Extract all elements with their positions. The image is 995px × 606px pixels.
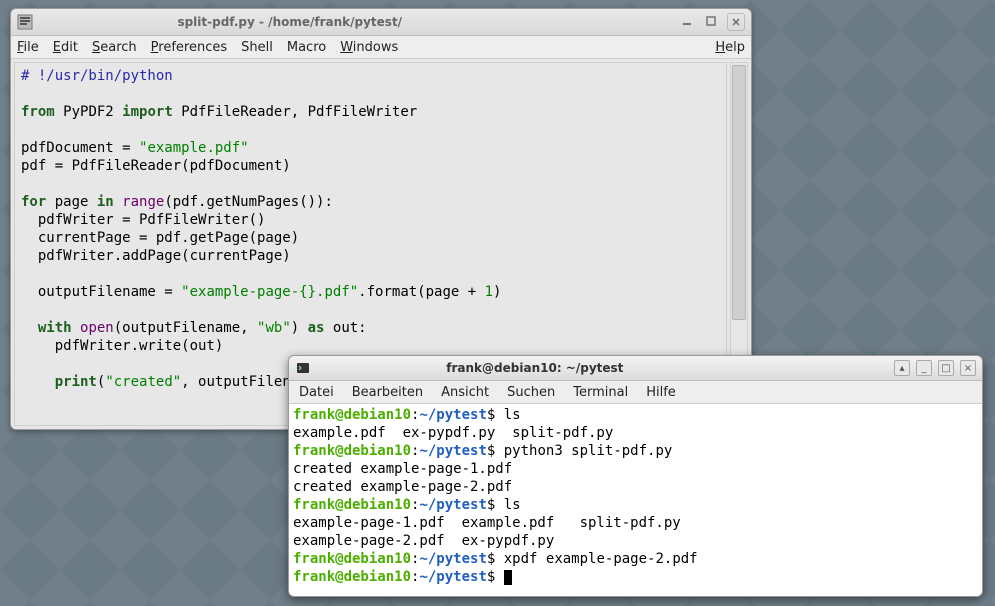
code-token: ) (493, 284, 501, 300)
terminal-output[interactable]: frank@debian10:~/pytest$ ls example.pdf … (289, 404, 982, 596)
code-token: PdfFileReader, PdfFileWriter (181, 104, 417, 120)
code-token: page (46, 194, 97, 210)
code-token: pdfDocument = (21, 140, 139, 156)
menu-macro[interactable]: Macro (287, 40, 326, 55)
code-number: 1 (485, 284, 493, 300)
menu-help[interactable]: Help (715, 40, 745, 55)
code-token: (pdf.getNumPages()): (164, 194, 333, 210)
minimize-icon[interactable] (679, 13, 695, 29)
menu-datei[interactable]: Datei (299, 385, 334, 400)
editor-app-icon (17, 14, 33, 30)
code-token: PyPDF2 (63, 104, 114, 120)
scrollbar-thumb[interactable] (732, 65, 746, 320)
term-cmd: xpdf example-page-2.pdf (504, 551, 698, 567)
code-line: currentPage = pdf.getPage(page) (21, 230, 299, 246)
term-output: created example-page-2.pdf (293, 479, 512, 495)
builtin-print: print (55, 374, 97, 390)
code-string: "example-page-{}.pdf" (181, 284, 358, 300)
editor-titlebar[interactable]: split-pdf.py - /home/frank/pytest/ (11, 9, 751, 36)
terminal-app-icon (295, 360, 311, 376)
code-token: out: (324, 320, 366, 336)
minimize-icon[interactable]: _ (916, 360, 932, 376)
code-line: # !/usr/bin/python (21, 68, 173, 84)
menu-bearbeiten[interactable]: Bearbeiten (352, 385, 423, 400)
term-output: example.pdf ex-pypdf.py split-pdf.py (293, 425, 613, 441)
term-output: example-page-1.pdf example.pdf split-pdf… (293, 515, 681, 531)
editor-title: split-pdf.py - /home/frank/pytest/ (177, 15, 402, 29)
term-output: created example-page-1.pdf (293, 461, 512, 477)
menu-hilfe[interactable]: Hilfe (646, 385, 676, 400)
menu-windows[interactable]: Windows (340, 40, 398, 55)
kw-import: import (122, 104, 173, 120)
kw-with: with (38, 320, 72, 336)
menu-shell[interactable]: Shell (241, 40, 273, 55)
builtin-open: open (80, 320, 114, 336)
terminal-titlebar[interactable]: frank@debian10: ~/pytest ▴ _ □ × (289, 356, 982, 381)
maximize-icon[interactable]: □ (938, 360, 954, 376)
maximize-icon[interactable] (703, 13, 719, 29)
shade-icon[interactable]: ▴ (894, 360, 910, 376)
code-string: "wb" (257, 320, 291, 336)
code-string: "created" (105, 374, 181, 390)
close-icon[interactable]: × (960, 360, 976, 376)
menu-file[interactable]: File (17, 40, 39, 55)
kw-in: in (97, 194, 114, 210)
code-line: pdfWriter = PdfFileWriter() (21, 212, 265, 228)
editor-menubar: File Edit Search Preferences Shell Macro… (11, 36, 751, 59)
kw-from: from (21, 104, 55, 120)
terminal-window: frank@debian10: ~/pytest ▴ _ □ × Datei B… (288, 355, 983, 597)
terminal-title: frank@debian10: ~/pytest (446, 361, 623, 375)
term-cmd: ls (504, 407, 521, 423)
term-output: example-page-2.pdf ex-pypdf.py (293, 533, 554, 549)
code-line: pdfWriter.addPage(currentPage) (21, 248, 291, 264)
prompt-user: frank@debian10 (293, 407, 411, 423)
term-cmd: python3 split-pdf.py (504, 443, 673, 459)
term-cmd: ls (504, 497, 521, 513)
menu-edit[interactable]: Edit (53, 40, 78, 55)
menu-preferences[interactable]: Preferences (151, 40, 227, 55)
code-string: "example.pdf" (139, 140, 249, 156)
code-line: pdfWriter.write(out) (21, 338, 223, 354)
code-token: (outputFilename, (114, 320, 257, 336)
builtin-range: range (122, 194, 164, 210)
cursor-icon (504, 570, 512, 585)
menu-suchen[interactable]: Suchen (507, 385, 555, 400)
menu-terminal[interactable]: Terminal (573, 385, 628, 400)
kw-as: as (308, 320, 325, 336)
prompt-path: ~/pytest (419, 407, 486, 423)
menu-ansicht[interactable]: Ansicht (441, 385, 489, 400)
close-icon[interactable] (727, 13, 745, 31)
kw-for: for (21, 194, 46, 210)
menu-search[interactable]: Search (92, 40, 137, 55)
terminal-menubar: Datei Bearbeiten Ansicht Suchen Terminal… (289, 381, 982, 404)
code-line: pdf = PdfFileReader(pdfDocument) (21, 158, 291, 174)
code-token: outputFilename = (21, 284, 181, 300)
code-token: .format(page + (358, 284, 484, 300)
